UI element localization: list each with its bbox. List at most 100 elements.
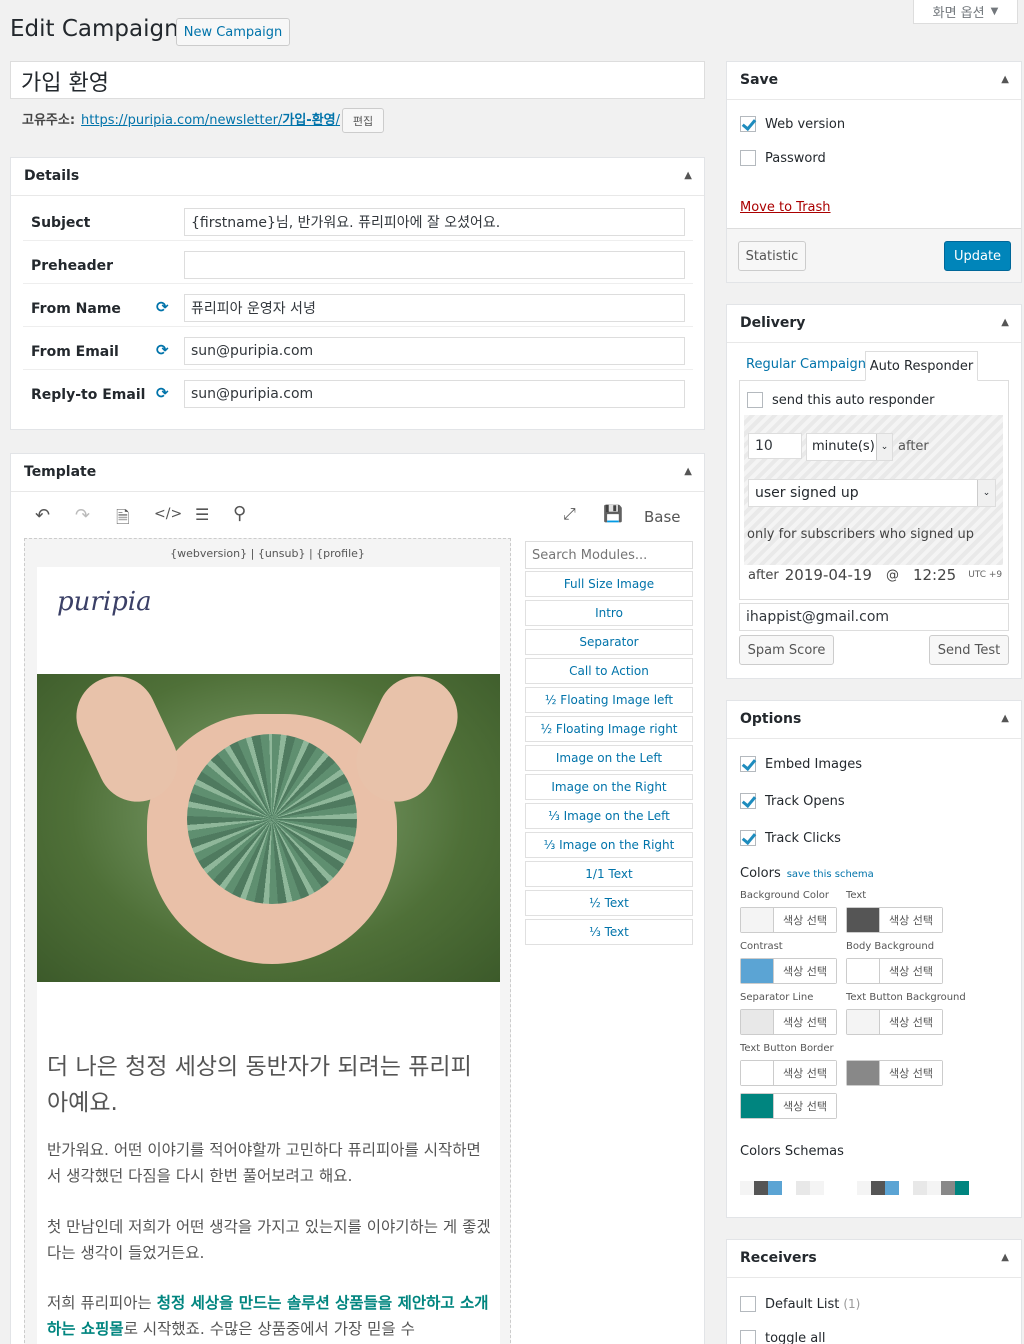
- collapse-icon[interactable]: ▲: [684, 466, 692, 477]
- module-item[interactable]: ½ Text: [525, 890, 693, 916]
- reply-to-input[interactable]: [184, 380, 685, 408]
- preheader-input[interactable]: [184, 251, 685, 279]
- color-picker-button[interactable]: 색상 선택: [740, 1009, 837, 1035]
- collapse-icon[interactable]: ▲: [1001, 74, 1009, 85]
- template-preview[interactable]: {webversion} | {unsub} | {profile} purip…: [24, 538, 511, 1344]
- module-item[interactable]: Image on the Right: [525, 774, 693, 800]
- statistic-button[interactable]: Statistic: [738, 241, 806, 271]
- track-opens-option[interactable]: Track Opens: [740, 793, 845, 809]
- module-item[interactable]: Image on the Left: [525, 745, 693, 771]
- receivers-header[interactable]: Receivers ▲: [727, 1240, 1021, 1278]
- permalink-url-slug: 가입-환영: [282, 113, 336, 128]
- module-item[interactable]: Separator: [525, 629, 693, 655]
- color-field-label: Text: [846, 890, 867, 901]
- track-opens-checkbox[interactable]: [740, 793, 756, 809]
- update-button[interactable]: Update: [944, 241, 1011, 271]
- campaign-title-input[interactable]: 가입 환영: [10, 61, 705, 99]
- refresh-icon[interactable]: ⟳: [156, 384, 169, 402]
- track-clicks-option[interactable]: Track Clicks: [740, 830, 841, 846]
- color-picker-button[interactable]: 색상 선택: [846, 1009, 943, 1035]
- search-icon[interactable]: ⚲: [233, 503, 246, 524]
- preview-header-links[interactable]: {webversion} | {unsub} | {profile}: [25, 547, 510, 560]
- fullscreen-icon[interactable]: ⤢: [563, 504, 576, 524]
- color-picker-button[interactable]: 색상 선택: [740, 1060, 837, 1086]
- permalink: 고유주소: https://puripia.com/newsletter/가입-…: [22, 109, 340, 128]
- signup-time-input[interactable]: 12:25: [913, 566, 956, 584]
- from-name-input[interactable]: [184, 294, 685, 322]
- permalink-edit-button[interactable]: 편집: [342, 108, 384, 133]
- module-item[interactable]: ½ Floating Image right: [525, 716, 693, 742]
- password-checkbox[interactable]: [740, 150, 756, 166]
- trigger-select[interactable]: user signed up ⌄: [748, 479, 996, 507]
- move-to-trash-link[interactable]: Move to Trash: [740, 200, 831, 215]
- color-picker-button[interactable]: 색상 선택: [846, 907, 943, 933]
- list-icon[interactable]: ☰: [195, 505, 209, 524]
- module-item[interactable]: Call to Action: [525, 658, 693, 684]
- send-auto-checkbox[interactable]: [747, 392, 763, 408]
- color-schema[interactable]: [857, 1181, 969, 1195]
- permalink-url[interactable]: https://puripia.com/newsletter/가입-환영/: [81, 109, 340, 128]
- color-picker-button[interactable]: 색상 선택: [846, 1060, 943, 1086]
- only-for-label: only for subscribers who signed up: [747, 527, 974, 542]
- undo-icon[interactable]: ↶: [35, 505, 50, 526]
- toggle-all-label: toggle all: [765, 1330, 826, 1344]
- schema-color-swatch: [754, 1181, 768, 1195]
- color-picker-button[interactable]: 색상 선택: [740, 1093, 837, 1119]
- code-icon[interactable]: </>: [154, 506, 182, 522]
- web-version-option[interactable]: Web version: [740, 116, 845, 132]
- module-item[interactable]: 1/1 Text: [525, 861, 693, 887]
- send-test-button[interactable]: Send Test: [929, 635, 1009, 665]
- screen-options-button[interactable]: 화면 옵션 ▼: [913, 0, 1018, 24]
- refresh-icon[interactable]: ⟳: [156, 341, 169, 359]
- subject-input[interactable]: [184, 208, 685, 236]
- embed-images-option[interactable]: Embed Images: [740, 756, 862, 772]
- base-label[interactable]: Base: [644, 508, 681, 526]
- template-header[interactable]: Template ▲: [11, 454, 704, 492]
- color-schema[interactable]: [740, 1181, 838, 1195]
- schema-color-swatch: [927, 1181, 941, 1195]
- module-item[interactable]: Full Size Image: [525, 571, 693, 597]
- options-header[interactable]: Options ▲: [727, 701, 1021, 739]
- refresh-icon[interactable]: ⟳: [156, 298, 169, 316]
- collapse-icon[interactable]: ▲: [1001, 317, 1009, 328]
- redo-icon[interactable]: ↷: [75, 505, 90, 526]
- test-email-input[interactable]: [739, 603, 1009, 631]
- toggle-all-option[interactable]: toggle all: [740, 1330, 826, 1344]
- default-list-checkbox[interactable]: [740, 1296, 756, 1312]
- embed-images-checkbox[interactable]: [740, 756, 756, 772]
- color-picker-button[interactable]: 색상 선택: [740, 907, 837, 933]
- collapse-icon[interactable]: ▲: [1001, 713, 1009, 724]
- toggle-all-checkbox[interactable]: [740, 1330, 756, 1344]
- new-campaign-button[interactable]: New Campaign: [176, 18, 290, 46]
- color-picker-button[interactable]: 색상 선택: [740, 958, 837, 984]
- default-list-option[interactable]: Default List (1): [740, 1296, 860, 1312]
- module-search-input[interactable]: [525, 541, 693, 569]
- save-icon[interactable]: 💾: [603, 504, 623, 523]
- from-email-input[interactable]: [184, 337, 685, 365]
- chevron-down-icon: ⌄: [977, 480, 995, 506]
- collapse-icon[interactable]: ▲: [684, 170, 692, 181]
- save-header[interactable]: Save ▲: [727, 62, 1021, 100]
- module-item[interactable]: ⅓ Text: [525, 919, 693, 945]
- module-item[interactable]: ⅓ Image on the Right: [525, 832, 693, 858]
- web-version-checkbox[interactable]: [740, 116, 756, 132]
- collapse-icon[interactable]: ▲: [1001, 1252, 1009, 1263]
- permalink-url-prefix: https://puripia.com/newsletter/: [81, 113, 283, 128]
- spam-score-button[interactable]: Spam Score: [739, 635, 834, 665]
- module-item[interactable]: ⅓ Image on the Left: [525, 803, 693, 829]
- signup-date-input[interactable]: 2019-04-19: [785, 566, 872, 584]
- save-schema-link[interactable]: save this schema: [787, 869, 874, 880]
- password-option[interactable]: Password: [740, 150, 826, 166]
- module-item[interactable]: Intro: [525, 600, 693, 626]
- tab-regular-campaign[interactable]: Regular Campaign: [746, 357, 866, 372]
- delivery-header[interactable]: Delivery ▲: [727, 305, 1021, 343]
- document-icon[interactable]: 🗎: [116, 505, 130, 534]
- module-item[interactable]: ½ Floating Image left: [525, 687, 693, 713]
- track-clicks-checkbox[interactable]: [740, 830, 756, 846]
- color-picker-button[interactable]: 색상 선택: [846, 958, 943, 984]
- send-auto-option[interactable]: send this auto responder: [747, 392, 935, 408]
- delay-amount-input[interactable]: [748, 433, 802, 459]
- tab-auto-responder[interactable]: Auto Responder: [865, 351, 978, 381]
- details-header[interactable]: Details ▲: [11, 158, 704, 196]
- delay-unit-select[interactable]: minute(s) ⌄: [806, 433, 893, 461]
